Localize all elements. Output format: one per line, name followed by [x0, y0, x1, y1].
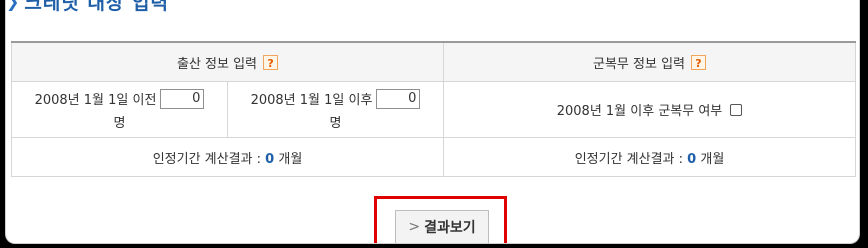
- birth-before-label: 2008년 1월 1일 이전: [34, 93, 157, 108]
- result-button-label: 결과보기: [424, 220, 476, 236]
- military-input-cell: 2008년 1월 이후 군복무 여부: [443, 81, 856, 138]
- credit-input-table: 출산 정보 입력 ? 군복무 정보 입력 ? 2008년 1월 1일 이전 명: [11, 41, 856, 177]
- result-button[interactable]: > 결과보기: [395, 210, 489, 243]
- birth-result-cell: 인정기간 계산결과 : 0 개월: [11, 137, 444, 177]
- chevron-right-icon: ❯: [6, 0, 21, 11]
- military-result-cell: 인정기간 계산결과 : 0 개월: [443, 137, 856, 177]
- credit-panel: ❯ 크레딧 대상 입력 출산 정보 입력 ? 군복무 정보 입력 ? 2008년…: [5, 0, 860, 244]
- military-question: 2008년 1월 이후 군복무 여부: [556, 104, 723, 119]
- birth-result-label: 인정기간 계산결과 :: [152, 151, 262, 167]
- birth-before-unit: 명: [113, 115, 126, 131]
- birth-after-unit: 명: [329, 115, 342, 131]
- help-icon[interactable]: ?: [691, 54, 706, 70]
- birth-after-cell: 2008년 1월 1일 이후 명: [227, 81, 444, 138]
- military-checkbox[interactable]: [730, 103, 743, 116]
- birth-after-input[interactable]: [376, 88, 421, 109]
- chevron-right-icon: >: [408, 219, 421, 235]
- result-button-highlight: > 결과보기: [374, 196, 507, 243]
- help-icon[interactable]: ?: [263, 54, 279, 70]
- military-result-unit: 개월: [700, 151, 725, 167]
- section-title: ❯ 크레딧 대상 입력: [6, 0, 169, 14]
- military-header-cell: 군복무 정보 입력 ?: [443, 41, 856, 82]
- military-result-value: 0: [687, 151, 697, 167]
- birth-header-cell: 출산 정보 입력 ?: [11, 41, 444, 82]
- birth-before-cell: 2008년 1월 1일 이전 명: [11, 81, 228, 138]
- birth-header: 출산 정보 입력: [176, 56, 258, 72]
- section-title-text: 크레딧 대상 입력: [24, 0, 169, 14]
- birth-result-value: 0: [265, 151, 275, 167]
- military-header: 군복무 정보 입력: [593, 56, 685, 72]
- birth-before-input[interactable]: [160, 88, 205, 109]
- birth-result-unit: 개월: [278, 151, 303, 167]
- military-result-label: 인정기간 계산결과 :: [574, 151, 684, 167]
- birth-after-label: 2008년 1월 1일 이후: [250, 93, 373, 108]
